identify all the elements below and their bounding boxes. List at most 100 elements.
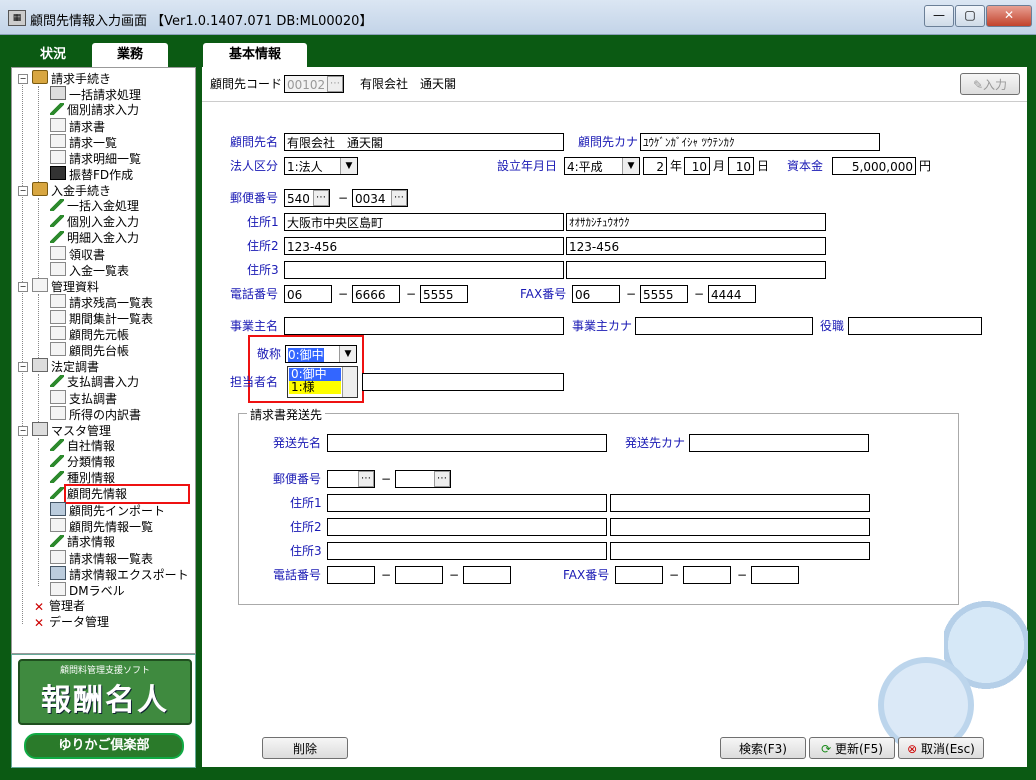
ship-addr3-field[interactable] xyxy=(327,542,607,560)
tree-item[interactable]: 個別請求入力 xyxy=(50,102,139,118)
update-button[interactable]: ⟳ 更新(F5) xyxy=(809,737,895,759)
ship-fax3-field[interactable] xyxy=(751,566,799,584)
ship-phone3-field[interactable] xyxy=(463,566,511,584)
list-option[interactable]: 1:様 xyxy=(289,381,341,394)
tree-item[interactable]: 領収書 xyxy=(50,246,105,262)
ship-fax2-field[interactable] xyxy=(683,566,731,584)
tree-item[interactable]: 請求一覧 xyxy=(50,134,117,150)
tree-item-legal[interactable]: 法定調書 xyxy=(32,358,99,374)
postal2-field[interactable]: 0034 ⋯ xyxy=(352,189,408,207)
addr1-field[interactable]: 大阪市中央区島町 xyxy=(284,213,564,231)
ship-postal1-field[interactable]: ⋯ xyxy=(327,470,375,488)
tree-item-reports[interactable]: 管理資料 xyxy=(32,278,99,294)
addr3-kana-field[interactable] xyxy=(566,261,826,279)
ship-phone1-field[interactable] xyxy=(327,566,375,584)
collapse-toggle[interactable]: − xyxy=(18,74,28,84)
tree-item[interactable]: 請求情報一覧表 xyxy=(50,550,153,566)
tree-item[interactable]: DMラベル xyxy=(50,582,125,598)
tree-item[interactable]: 顧問先インポート xyxy=(50,502,165,518)
year-field[interactable]: 2 xyxy=(643,157,667,175)
era-select[interactable]: 4:平成 ▼ xyxy=(564,157,640,175)
ship-postal2-field[interactable]: ⋯ xyxy=(395,470,451,488)
month-field[interactable]: 10 xyxy=(684,157,710,175)
honorific-select[interactable]: 0:御中 ▼ xyxy=(285,345,357,363)
phone1-field[interactable]: 06 xyxy=(284,285,332,303)
tree-item[interactable]: 一括請求処理 xyxy=(50,86,141,102)
postal1-field[interactable]: 540 ⋯ xyxy=(284,189,330,207)
tree-item[interactable]: 一括入金処理 xyxy=(50,198,139,214)
ship-addr1-kana-field[interactable] xyxy=(610,494,870,512)
fax3-field[interactable]: 4444 xyxy=(708,285,756,303)
maximize-button[interactable]: ▢ xyxy=(955,5,985,27)
delete-button[interactable]: 削除 xyxy=(262,737,348,759)
tree-item[interactable]: 請求明細一覧 xyxy=(50,150,141,166)
dropdown-scrollbar[interactable] xyxy=(342,367,357,397)
day-field[interactable]: 10 xyxy=(728,157,754,175)
tree-item-master[interactable]: マスタ管理 xyxy=(32,422,111,438)
collapse-toggle[interactable]: − xyxy=(18,282,28,292)
contact-field[interactable] xyxy=(362,373,564,391)
collapse-toggle[interactable]: − xyxy=(18,426,28,436)
tree-item[interactable]: 個別入金入力 xyxy=(50,214,139,230)
phone2-field[interactable]: 6666 xyxy=(352,285,400,303)
tree-item[interactable]: 入金一覧表 xyxy=(50,262,129,278)
dash: − xyxy=(381,568,392,582)
collapse-toggle[interactable]: − xyxy=(18,186,28,196)
tree-item-billing[interactable]: 請求手続き xyxy=(32,70,111,86)
tree-item[interactable]: 顧問先元帳 xyxy=(50,326,129,342)
addr3-field[interactable] xyxy=(284,261,564,279)
tree-item[interactable]: 顧問先情報一覧 xyxy=(50,518,153,534)
tree-item[interactable]: 請求書 xyxy=(50,118,105,134)
client-code-field[interactable]: 00102 ⋯ xyxy=(284,75,344,93)
tree-item-data[interactable]: ✕ データ管理 xyxy=(32,614,109,630)
ship-kana-field[interactable] xyxy=(689,434,869,452)
tree-item-admin[interactable]: ✕ 管理者 xyxy=(32,598,85,614)
kana-field[interactable]: ﾕｳｹﾞﾝｶﾞｲｼｬ ﾂｳﾃﾝｶｸ xyxy=(640,133,880,151)
tree-item[interactable]: 所得の内訳書 xyxy=(50,406,141,422)
tree-item[interactable]: 明細入金入力 xyxy=(50,230,139,246)
fax2-field[interactable]: 5555 xyxy=(640,285,688,303)
addr1-kana-field[interactable]: ｵｵｻｶｼﾁｭｳｵｳｸ xyxy=(566,213,826,231)
tree-item[interactable]: 自社情報 xyxy=(50,438,115,454)
highlight-box xyxy=(64,484,190,504)
tree-item[interactable]: 請求情報 xyxy=(50,534,115,550)
cancel-button[interactable]: ⊗ 取消(Esc) xyxy=(898,737,984,759)
tree-item[interactable]: 振替FD作成 xyxy=(50,166,133,182)
tab-basic-info[interactable]: 基本情報 xyxy=(203,43,307,67)
tree-item[interactable]: 請求残高一覧表 xyxy=(50,294,153,310)
ship-addr1-field[interactable] xyxy=(327,494,607,512)
addr3-label: 住所3 xyxy=(247,263,279,277)
tree-item-payment[interactable]: 入金手続き xyxy=(32,182,111,198)
corp-type-select[interactable]: 1:法人 ▼ xyxy=(284,157,358,175)
window-title: 顧問先情報入力画面 【Ver1.0.1407.071 DB:ML00020】 xyxy=(30,14,373,29)
tree-item[interactable]: 支払調書入力 xyxy=(50,374,139,390)
tree-item[interactable]: 請求情報エクスポート xyxy=(50,566,189,582)
tab-business[interactable]: 業務 xyxy=(92,43,168,67)
fax1-field[interactable]: 06 xyxy=(572,285,620,303)
collapse-toggle[interactable]: − xyxy=(18,362,28,372)
tab-status[interactable]: 状況 xyxy=(14,43,92,67)
tree-item[interactable]: 顧問先台帳 xyxy=(50,342,129,358)
capital-field[interactable]: 5,000,000 xyxy=(832,157,916,175)
tree-item[interactable]: 分類情報 xyxy=(50,454,115,470)
ship-name-field[interactable] xyxy=(327,434,607,452)
ship-addr2-field[interactable] xyxy=(327,518,607,536)
ship-phone2-field[interactable] xyxy=(395,566,443,584)
addr2-kana-field[interactable]: 123-456 xyxy=(566,237,826,255)
ship-addr3-kana-field[interactable] xyxy=(610,542,870,560)
tree-item[interactable]: 支払調書 xyxy=(50,390,117,406)
chevron-down-icon: ▼ xyxy=(340,158,357,174)
owner-kana-field[interactable] xyxy=(635,317,813,335)
minimize-button[interactable]: — xyxy=(924,5,954,27)
ship-fax1-field[interactable] xyxy=(615,566,663,584)
phone3-field[interactable]: 5555 xyxy=(420,285,468,303)
search-button[interactable]: 検索(F3) xyxy=(720,737,806,759)
tree-item[interactable]: 期間集計一覧表 xyxy=(50,310,153,326)
ship-addr2-kana-field[interactable] xyxy=(610,518,870,536)
title-field[interactable] xyxy=(848,317,982,335)
addr2-field[interactable]: 123-456 xyxy=(284,237,564,255)
name-field[interactable]: 有限会社 通天閣 xyxy=(284,133,564,151)
owner-field[interactable] xyxy=(284,317,564,335)
input-button[interactable]: ✎入力 xyxy=(960,73,1020,95)
close-button[interactable]: ✕ xyxy=(986,5,1032,27)
